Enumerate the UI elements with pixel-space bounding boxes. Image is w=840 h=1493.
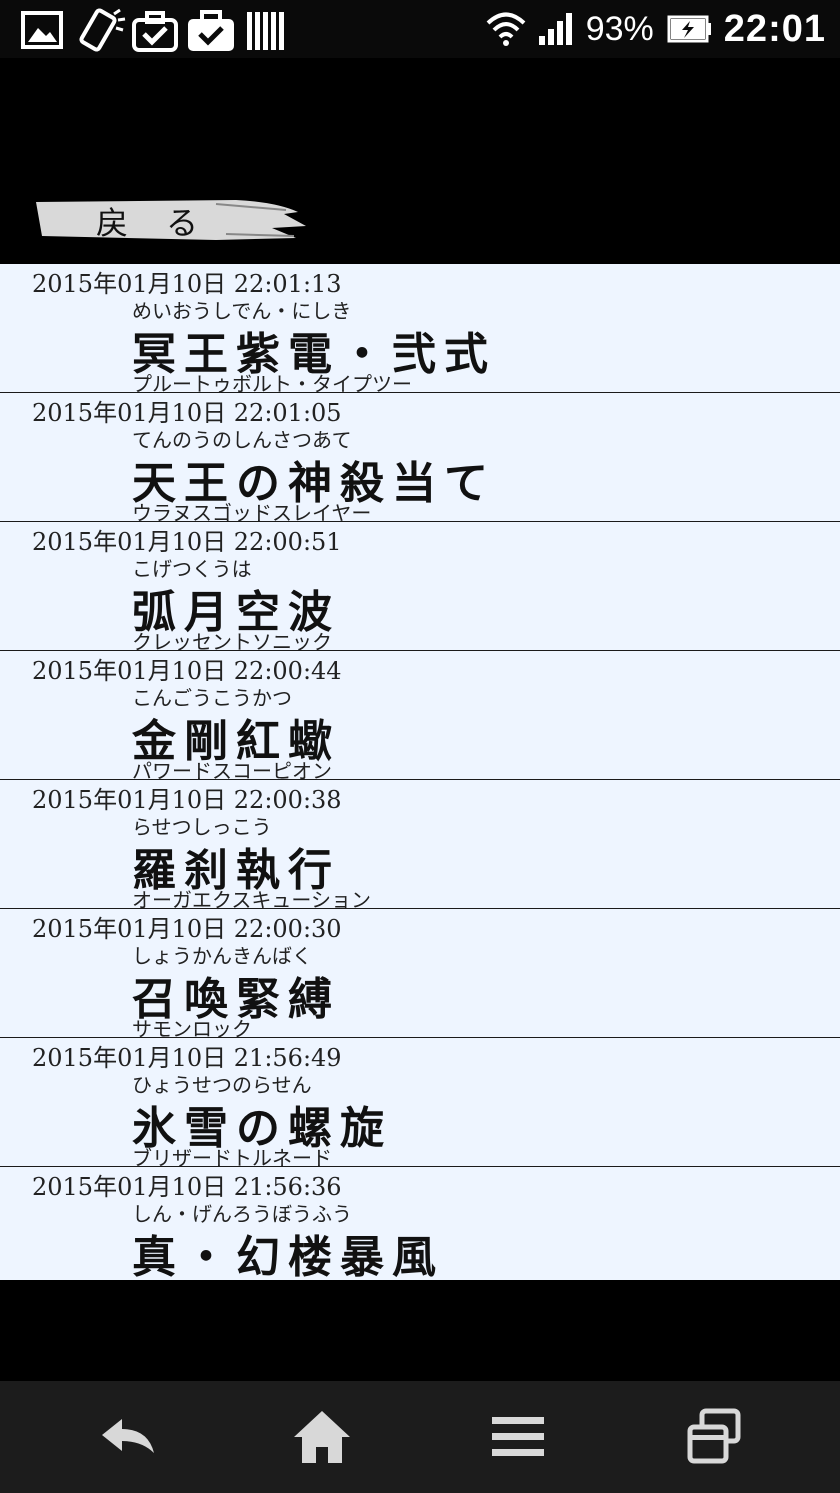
home-icon[interactable] [290, 1405, 354, 1469]
history-entry[interactable]: 2015年01月10日 22:00:38 らせつしっこう 羅刹執行 オーガエクス… [0, 780, 840, 912]
entry-name: 真・幻楼暴風 [132, 1232, 444, 1280]
entry-date: 2015年01月10日 22:00:38 [32, 786, 342, 814]
signal-icon [538, 13, 572, 45]
entry-date: 2015年01月10日 22:00:51 [32, 528, 342, 556]
wifi-icon [486, 12, 526, 46]
history-entry[interactable]: 2015年01月10日 22:00:30 しょうかんきんばく 召喚緊縛 サモンロ… [0, 909, 840, 1041]
battery-percent: 93% [585, 9, 654, 48]
battery-charging-icon [667, 15, 711, 43]
menu-icon[interactable] [486, 1405, 550, 1469]
header-area: 戻る [0, 58, 840, 264]
screen-rotation-icon [79, 8, 126, 52]
history-entry[interactable]: 2015年01月10日 22:01:13 めいおうしでん・にしき 冥王紫電・弐式… [0, 264, 840, 396]
entry-date: 2015年01月10日 22:01:13 [32, 270, 342, 298]
status-bar: 93% 22:01 [0, 0, 840, 58]
briefcase-check-icon [188, 10, 234, 51]
history-entry[interactable]: 2015年01月10日 21:56:49 ひょうせつのらせん 氷雪の螺旋 ブリザ… [0, 1038, 840, 1170]
gallery-icon [21, 11, 63, 49]
entry-date: 2015年01月10日 21:56:49 [32, 1044, 342, 1072]
history-entry[interactable]: 2015年01月10日 22:01:05 てんのうのしんさつあて 天王の神殺当て… [0, 393, 840, 525]
history-entry[interactable]: 2015年01月10日 21:56:36 しん・げんろうぼうふう 真・幻楼暴風 [0, 1167, 840, 1280]
back-icon[interactable] [96, 1405, 160, 1469]
entry-date: 2015年01月10日 22:00:30 [32, 915, 342, 943]
recent-apps-icon[interactable] [682, 1405, 746, 1469]
entry-date: 2015年01月10日 21:56:36 [32, 1173, 342, 1201]
history-entry[interactable]: 2015年01月10日 22:00:44 こんごうこうかつ 金剛紅蠍 パワードス… [0, 651, 840, 783]
entry-date: 2015年01月10日 22:00:44 [32, 657, 342, 685]
history-entry[interactable]: 2015年01月10日 22:00:51 こげつくうは 弧月空波 クレッセントソ… [0, 522, 840, 654]
back-label: 戻る [96, 204, 237, 242]
navigation-bar [0, 1381, 840, 1493]
history-list[interactable]: 2015年01月10日 22:01:13 めいおうしでん・にしき 冥王紫電・弐式… [0, 264, 840, 1280]
barcode-icon [247, 12, 284, 50]
entry-date: 2015年01月10日 22:01:05 [32, 399, 342, 427]
task-check-icon [132, 11, 178, 52]
clock: 22:01 [723, 7, 826, 50]
